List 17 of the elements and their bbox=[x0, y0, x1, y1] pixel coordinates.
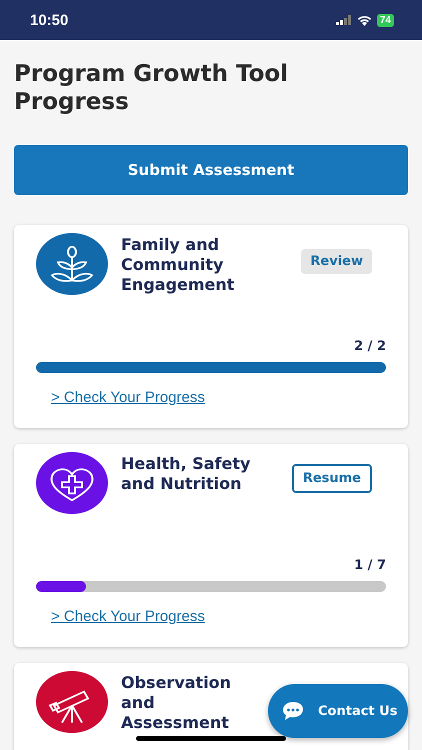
signal-icon bbox=[336, 15, 352, 25]
page-title: Program Growth Tool Progress bbox=[14, 60, 290, 116]
domain-title: Health, Safety and Nutrition bbox=[121, 453, 252, 494]
domain-title: Observation and Assessment bbox=[121, 672, 232, 733]
resume-button[interactable]: Resume bbox=[292, 464, 372, 493]
progress-count: 2 / 2 bbox=[353, 339, 386, 354]
wifi-icon bbox=[356, 14, 372, 26]
submit-button[interactable]: Submit Assessment bbox=[14, 145, 408, 195]
review-button[interactable]: Review bbox=[301, 249, 372, 274]
contact-button[interactable]: Contact Us bbox=[268, 684, 408, 738]
domain-title: Family and Community Engagement bbox=[121, 234, 236, 295]
check-progress-link[interactable]: > Check Your Progress bbox=[51, 608, 205, 625]
battery-level: 74 bbox=[376, 14, 394, 26]
status-time: 10:50 bbox=[30, 12, 68, 28]
chat-icon bbox=[282, 701, 304, 721]
check-progress-link[interactable]: > Check Your Progress bbox=[51, 389, 205, 406]
progress-count: 1 / 7 bbox=[353, 558, 386, 573]
